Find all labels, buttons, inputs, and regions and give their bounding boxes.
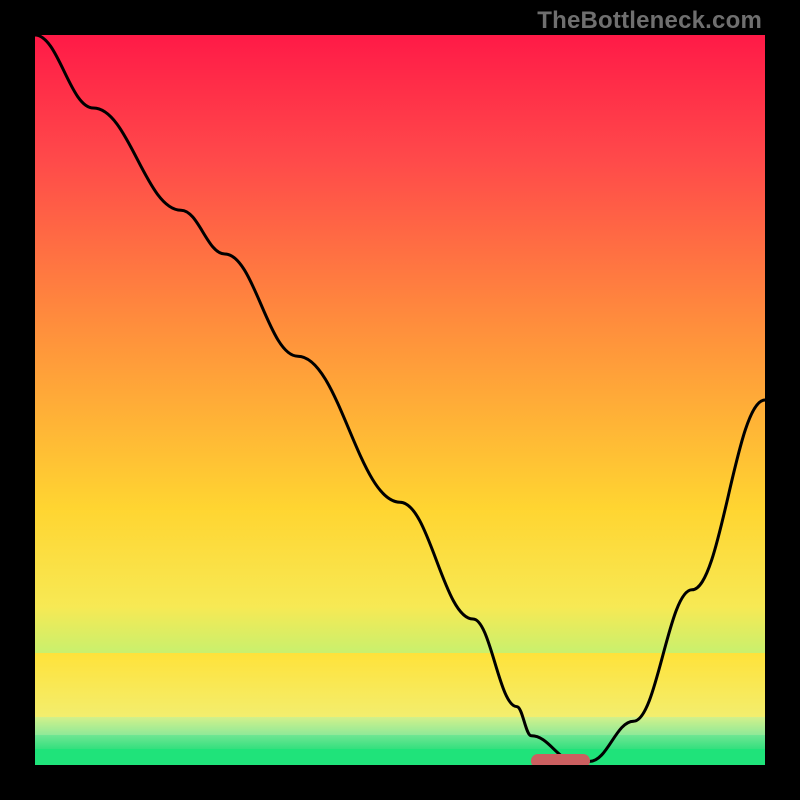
plot-area xyxy=(35,35,765,765)
chart-frame: TheBottleneck.com xyxy=(0,0,800,800)
optimal-marker xyxy=(531,754,589,765)
bottleneck-curve xyxy=(35,35,765,765)
watermark-text: TheBottleneck.com xyxy=(537,7,762,35)
